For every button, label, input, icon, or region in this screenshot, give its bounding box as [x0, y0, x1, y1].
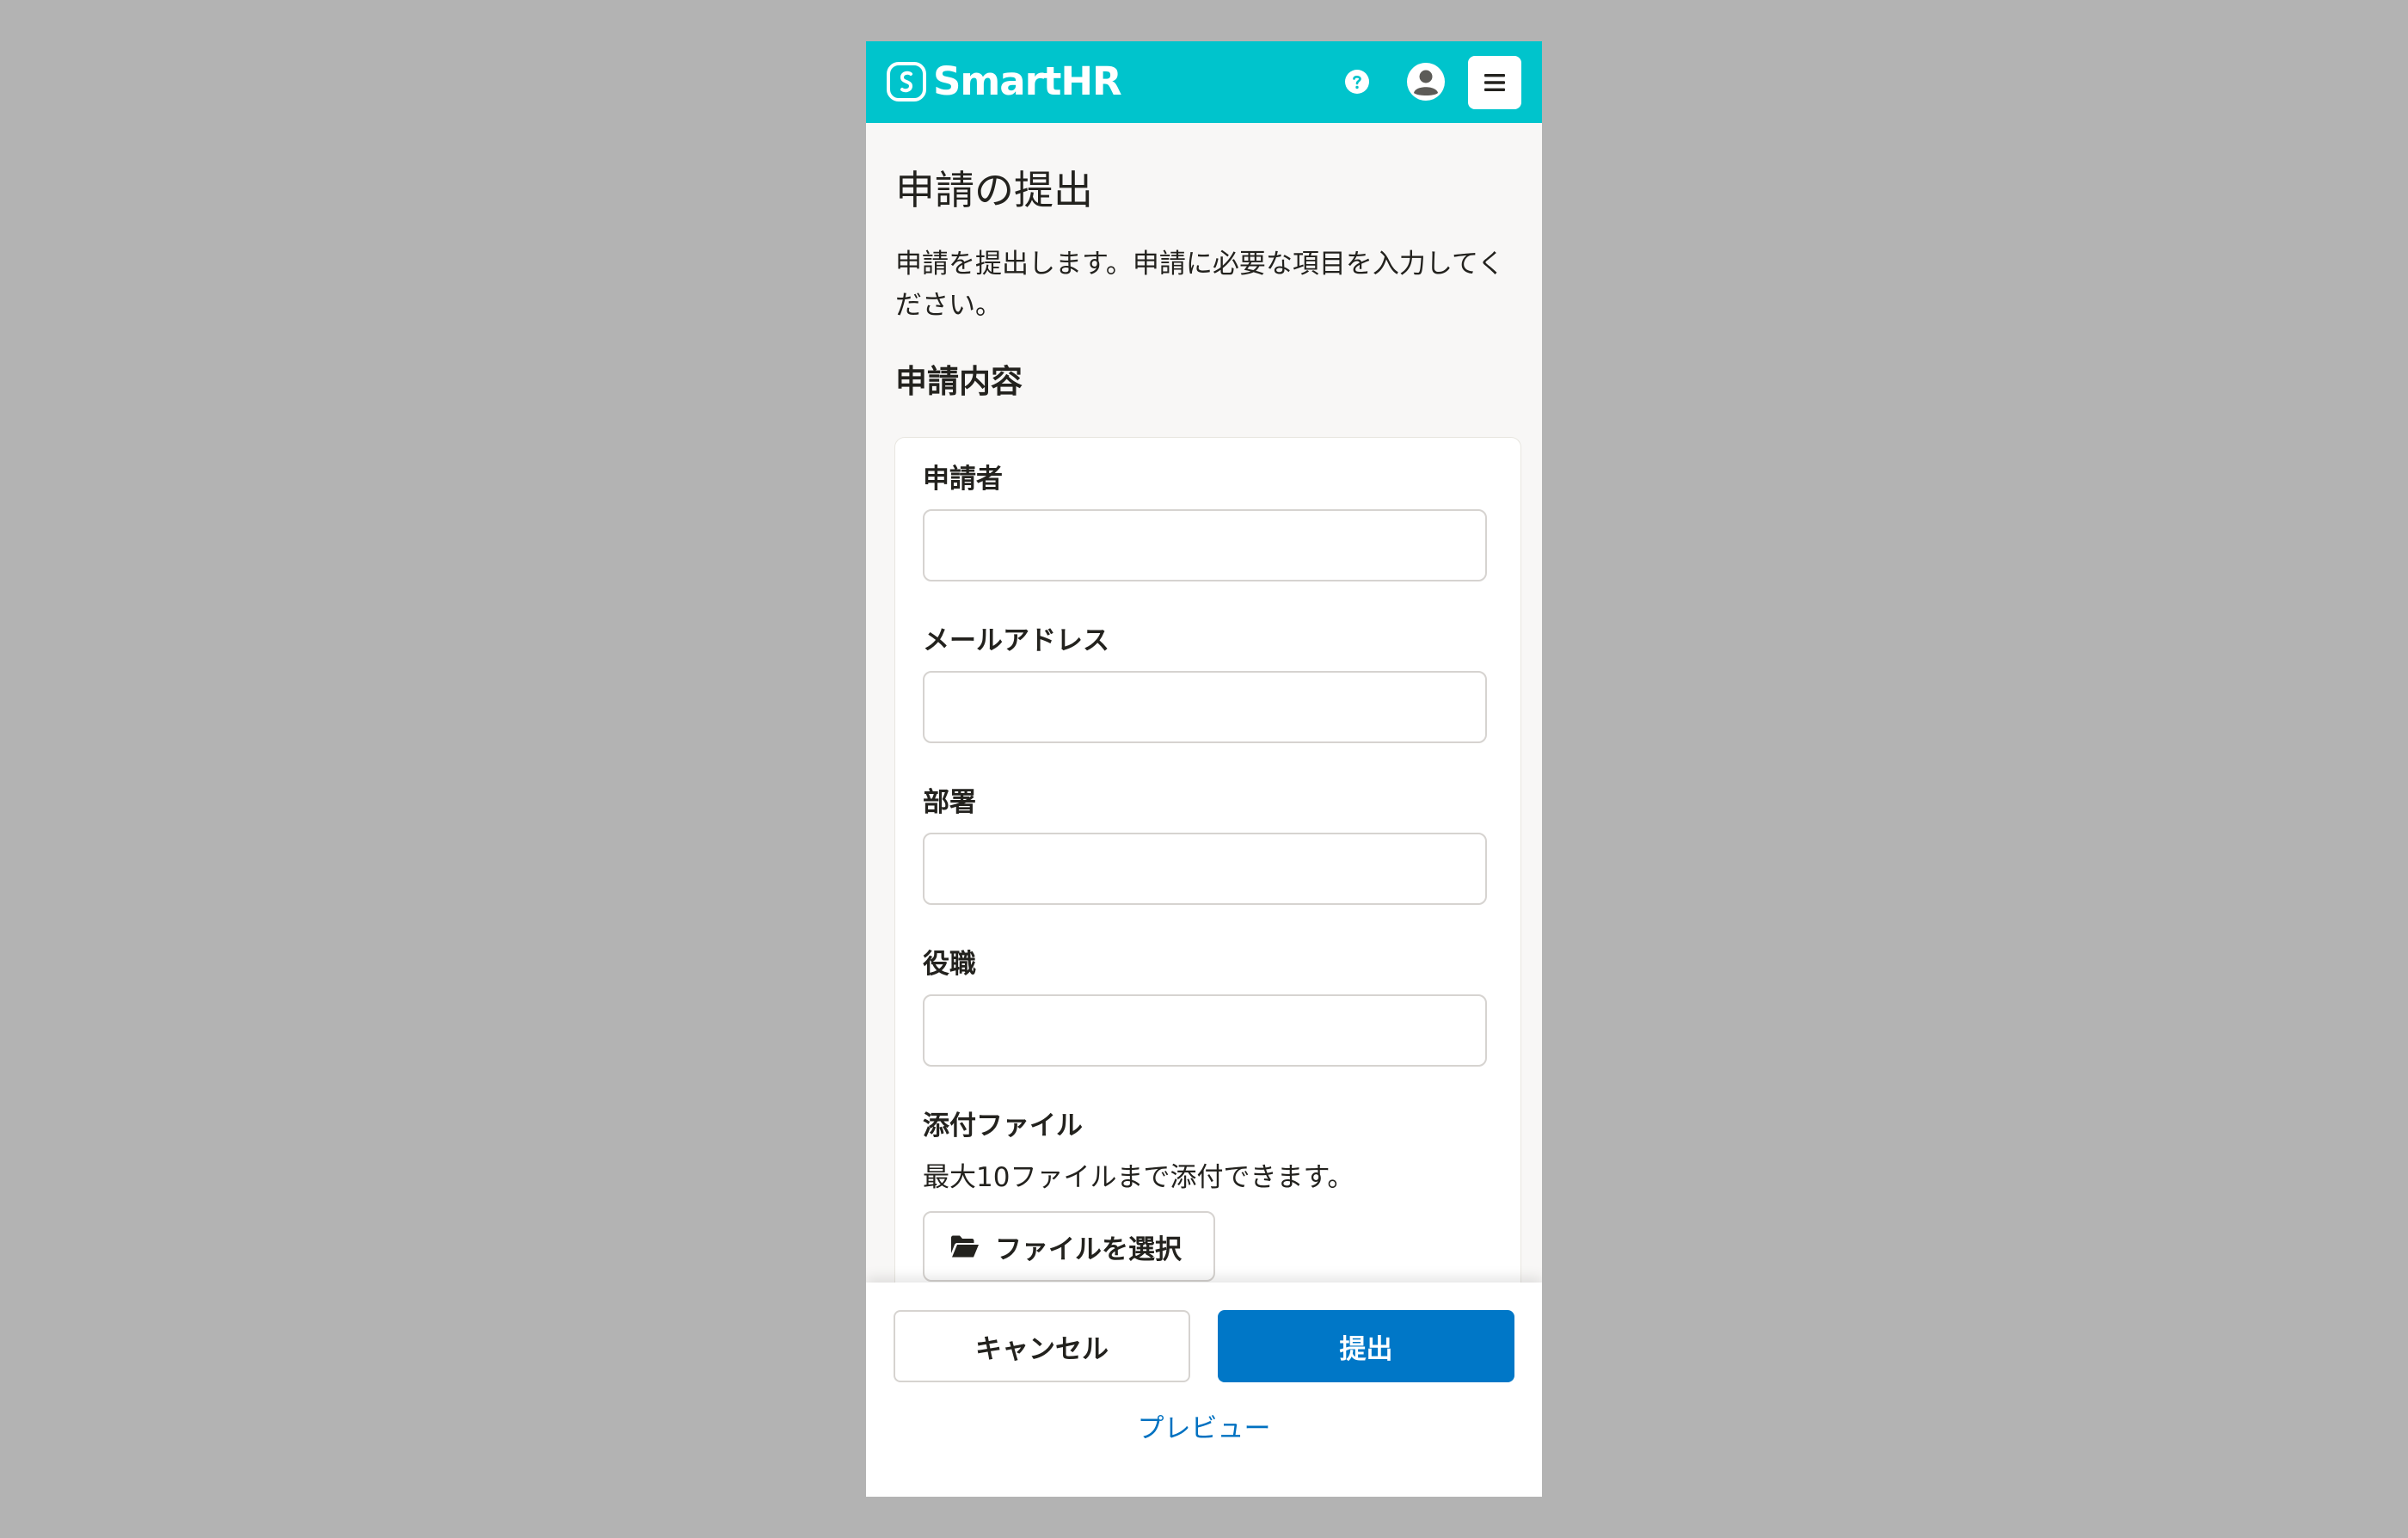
applicant-label: 申請者	[923, 464, 1003, 495]
form-card: 申請者 メールアドレス 部署 役職 添付ファイル 最大10ファイルまで添付できま…	[894, 437, 1521, 1297]
page-description: 申請を提出します。申請に必要な項目を入力してください。	[895, 249, 1505, 321]
mobile-app-frame: SmartHR 申請の提出 申請を提出します。申請に必要な項目を入力してください…	[866, 41, 1542, 1497]
email-input[interactable]	[923, 671, 1487, 743]
section-title: 申請内容	[895, 363, 1023, 400]
action-bar: キャンセル 提出 プレビュー	[866, 1283, 1542, 1497]
hamburger-menu-icon	[1484, 74, 1505, 91]
app-header: SmartHR	[866, 41, 1542, 123]
menu-button[interactable]	[1468, 56, 1521, 109]
email-label: メールアドレス	[923, 625, 1109, 656]
preview-link[interactable]: プレビュー	[866, 1412, 1542, 1446]
select-file-label: ファイルを選択	[995, 1233, 1182, 1265]
page-title: 申請の提出	[895, 167, 1093, 213]
help-icon[interactable]	[1344, 69, 1370, 95]
cancel-button[interactable]: キャンセル	[894, 1310, 1190, 1382]
logo-text: SmartHR	[933, 58, 1122, 104]
folder-open-icon	[951, 1235, 979, 1258]
applicant-input[interactable]	[923, 509, 1487, 581]
attachment-label: 添付ファイル	[923, 1110, 1083, 1141]
user-account-icon[interactable]	[1406, 62, 1446, 102]
submit-button[interactable]: 提出	[1218, 1310, 1514, 1382]
department-label: 部署	[923, 787, 976, 818]
attachment-help-text: 最大10ファイルまで添付できます。	[923, 1162, 1354, 1193]
position-label: 役職	[923, 949, 976, 980]
smarthr-logo-icon	[887, 62, 926, 102]
smarthr-logo[interactable]: SmartHR	[886, 58, 1122, 105]
select-file-button[interactable]: ファイルを選択	[923, 1211, 1215, 1282]
position-input[interactable]	[923, 994, 1487, 1067]
department-input[interactable]	[923, 833, 1487, 905]
